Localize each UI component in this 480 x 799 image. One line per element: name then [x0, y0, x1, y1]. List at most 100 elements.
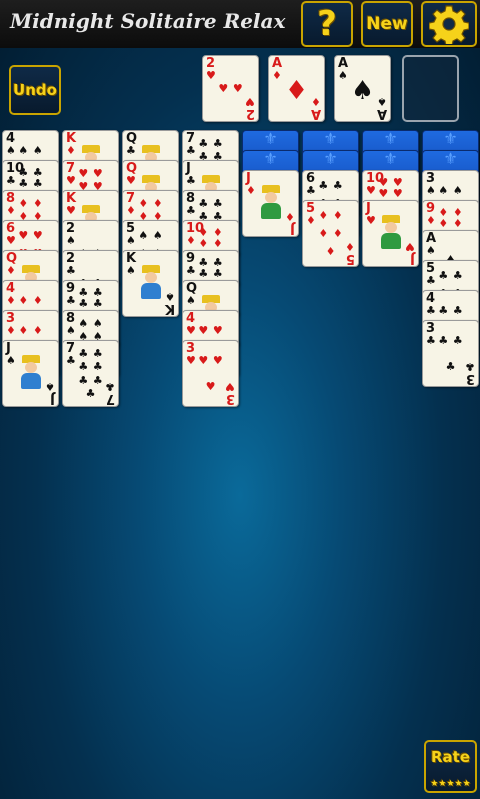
card-suit-icon: ♥ — [126, 174, 136, 187]
card-suit-icon: ♥ — [6, 234, 16, 247]
face-figure-icon — [379, 215, 403, 249]
tableau-card[interactable]: 7♣♣♣♣♣♣♣♣7♣ — [62, 340, 119, 407]
fleur-de-lis-icon: ⚜ — [383, 130, 398, 148]
card-rank-bottom: A — [376, 106, 387, 121]
card-suit-icon: ♦ — [306, 214, 316, 227]
card-suit-icon: ♣ — [426, 334, 436, 347]
card-pips-icon: ♣♣♣♣♣♣♣ — [78, 347, 103, 400]
card-suit-icon: ♥ — [66, 174, 76, 187]
card-suit-bottom-icon: ♥ — [245, 95, 255, 108]
card-suit-icon: ♣ — [426, 274, 436, 287]
card-pips-icon: ♥ ♥ — [218, 82, 243, 95]
card-suit-bottom-icon: ♦ — [311, 95, 321, 108]
tableau-card[interactable]: J ♥ J ♥ — [362, 200, 419, 267]
card-suit-icon: ♣ — [126, 144, 136, 157]
card-suit-icon: ♦ — [126, 204, 136, 217]
card-suit-bottom-icon: ♣ — [105, 380, 115, 393]
undo-button[interactable]: Undo — [9, 65, 61, 115]
card-suit-icon: ♠ — [6, 144, 16, 157]
card-suit-icon: ♣ — [186, 174, 196, 187]
card-rank-bottom: K — [164, 301, 175, 316]
tableau-card[interactable]: J ♦ J ♦ — [242, 170, 299, 237]
card-suit-icon: ♣ — [66, 264, 76, 277]
rate-button[interactable]: Rate ★★★★★ — [424, 740, 477, 793]
card-suit-bottom-icon: ♠ — [165, 290, 175, 303]
tableau-card[interactable]: 3 ♣ ♣ ♣ ♣ 3 ♣ — [422, 320, 479, 387]
card-pips-icon: ♥ ♥ ♥ — [198, 353, 223, 394]
card-suit-bottom-icon: ♠ — [45, 380, 55, 393]
card-rank-bottom: J — [290, 221, 295, 236]
foundation-card[interactable]: 2 ♥ ♥ ♥ 2 ♥ — [202, 55, 259, 122]
card-rank-bottom: 3 — [465, 371, 475, 386]
card-suit-icon: ♥ — [186, 354, 196, 367]
foundation-empty-slot[interactable] — [402, 55, 459, 122]
new-game-button[interactable]: New — [361, 1, 413, 47]
top-bar: Midnight Solitaire Relax ? New — [0, 0, 480, 48]
card-suit-icon: ♠ — [6, 354, 16, 367]
card-rank-bottom: J — [410, 251, 415, 266]
fleur-de-lis-icon: ⚜ — [443, 150, 458, 168]
card-suit-icon: ♥ — [366, 214, 376, 227]
help-button[interactable]: ? — [301, 1, 353, 47]
card-suit-icon: ♦ — [6, 324, 16, 337]
card-rank-bottom: 7 — [105, 391, 115, 406]
settings-button[interactable] — [421, 1, 477, 47]
card-suit-icon: ♠ — [426, 184, 436, 197]
card-suit-icon: ♣ — [186, 264, 196, 277]
face-figure-icon — [19, 355, 43, 389]
card-suit-icon: ♦ — [186, 234, 196, 247]
card-suit-bottom-icon: ♦ — [345, 240, 355, 253]
fleur-de-lis-icon: ⚜ — [323, 130, 338, 148]
card-suit-icon: ♠ — [66, 234, 76, 247]
tableau-card[interactable]: K ♠ K ♠ — [122, 250, 179, 317]
card-suit-icon: ♦ — [6, 264, 16, 277]
card-suit-icon: ♣ — [426, 304, 436, 317]
card-suit-icon: ♠ — [66, 324, 76, 337]
card-suit-icon: ♥ — [66, 204, 76, 217]
card-suit-icon: ♣ — [186, 204, 196, 217]
card-rank-bottom: 3 — [225, 391, 235, 406]
fleur-de-lis-icon: ⚜ — [263, 150, 278, 168]
rate-label: Rate — [430, 748, 471, 766]
card-suit-icon: ♣ — [66, 354, 76, 367]
app-title: Midnight Solitaire Relax — [10, 9, 286, 33]
card-suit-icon: ♦ — [6, 204, 16, 217]
card-suit-icon: ♥ — [206, 69, 216, 82]
card-suit-icon: ♦ — [66, 144, 76, 157]
card-suit-bottom-icon: ♥ — [225, 380, 235, 393]
card-suit-bottom-icon: ♠ — [377, 95, 387, 108]
card-suit-icon: ♦ — [246, 184, 256, 197]
gear-icon — [429, 5, 469, 44]
tableau-card[interactable]: 5 ♦ ♦ ♦ ♦ ♦ ♦ 5 ♦ — [302, 200, 359, 267]
rating-stars-icon: ★★★★★ — [430, 779, 471, 789]
tableau-card[interactable]: J ♠ J ♠ — [2, 340, 59, 407]
card-suit-icon: ♠ — [126, 234, 136, 247]
fleur-de-lis-icon: ⚜ — [443, 130, 458, 148]
card-rank-bottom: 5 — [345, 251, 355, 266]
fleur-de-lis-icon: ⚜ — [323, 150, 338, 168]
card-suit-bottom-icon: ♣ — [465, 360, 475, 373]
fleur-de-lis-icon: ⚜ — [263, 130, 278, 148]
card-rank-bottom: A — [310, 106, 321, 121]
fleur-de-lis-icon: ⚜ — [383, 150, 398, 168]
card-suit-icon: ♣ — [6, 174, 16, 187]
help-icon: ? — [317, 4, 337, 44]
card-rank-bottom: J — [50, 391, 55, 406]
card-suit-icon: ♠ — [126, 264, 136, 277]
tableau-card[interactable]: 3 ♥ ♥ ♥ ♥ 3 ♥ — [182, 340, 239, 407]
card-suit-icon: ♥ — [186, 324, 196, 337]
face-figure-icon — [139, 265, 163, 299]
card-rank-bottom: 2 — [245, 106, 255, 121]
card-suit-icon: ♣ — [306, 184, 316, 197]
card-suit-icon: ♦ — [6, 294, 16, 307]
card-suit-icon: ♥ — [366, 184, 376, 197]
card-suit-icon: ♣ — [186, 144, 196, 157]
foundation-card[interactable]: A ♦ ♦ A ♦ — [268, 55, 325, 122]
card-suit-bottom-icon: ♥ — [405, 240, 415, 253]
card-suit-bottom-icon: ♦ — [285, 210, 295, 223]
card-suit-icon: ♠ — [186, 294, 196, 307]
card-suit-icon: ♣ — [66, 294, 76, 307]
face-figure-icon — [259, 185, 283, 219]
foundation-card[interactable]: A ♠ ♠ A ♠ — [334, 55, 391, 122]
card-pips-icon: ♣ ♣ ♣ — [438, 333, 463, 374]
